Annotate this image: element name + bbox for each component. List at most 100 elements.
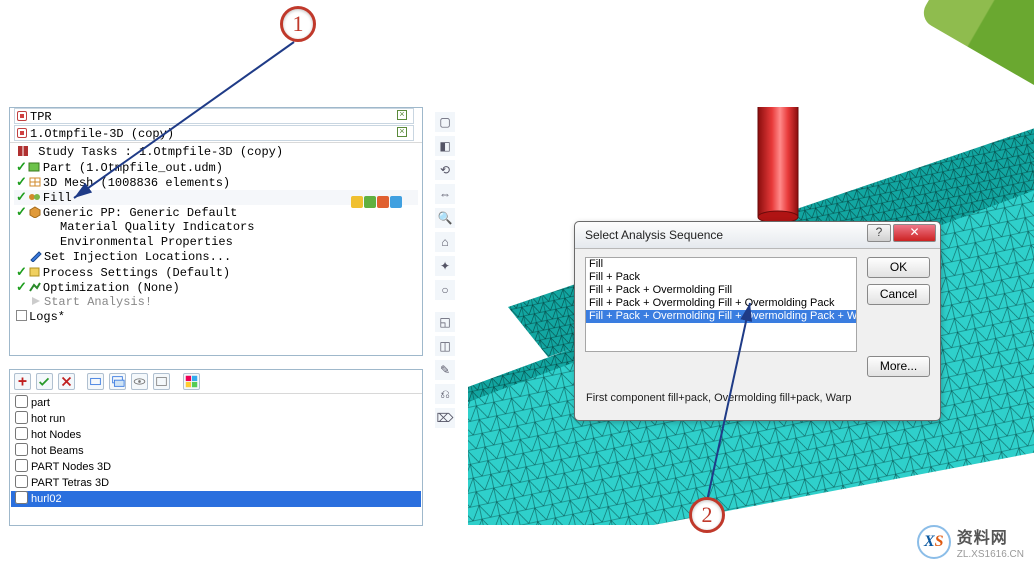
tree-label: Process Settings (Default) [43,266,230,280]
tree-label: 3D Mesh (1008836 elements) [43,176,230,190]
layer-row[interactable]: hot run [11,411,421,427]
tool-button[interactable]: ✎ [435,360,455,380]
tab-tpr[interactable]: TPR × [14,108,414,124]
study-title-row[interactable]: Study Tasks : 1.Otmpfile-3D (copy) [14,145,418,160]
toolbar-button[interactable] [183,373,200,390]
tree-row[interactable]: Logs* [14,310,418,325]
toolbar-button[interactable] [58,373,75,390]
check-icon: ✓ [16,175,27,190]
close-button[interactable]: ✕ [893,224,936,242]
tool-button[interactable]: ⎌ [435,384,455,404]
toolbar-button[interactable] [109,373,126,390]
checkbox[interactable] [15,427,28,440]
eye-icon [132,374,147,389]
clear-icon [154,374,169,389]
run-icon [29,295,43,307]
tab-label: 1.Otmpfile-3D (copy) [30,127,174,141]
layer-label: hurl02 [31,493,62,505]
checkbox[interactable] [15,443,28,456]
material-icons [350,196,402,211]
layer-label: part [31,397,50,409]
tree-row[interactable]: ✓Part (1.Otmpfile_out.udm) [14,160,418,175]
check-icon [37,374,52,389]
tree-row[interactable]: Environmental Properties [14,235,418,250]
list-item[interactable]: Fill + Pack + Overmolding Fill [586,284,856,297]
tool-button[interactable]: ⇔ [435,184,455,204]
toolbar-button[interactable] [14,373,31,390]
toolbar-button[interactable] [36,373,53,390]
close-icon[interactable]: × [397,127,407,137]
annotation-label: 2 [702,502,713,527]
tree-label: Optimization (None) [43,281,180,295]
tool-button[interactable]: ✦ [435,256,455,276]
layer-row[interactable]: hot Beams [11,443,421,459]
layer-label: PART Nodes 3D [31,461,111,473]
tool-button[interactable]: ◧ [435,136,455,156]
layer-label: hot run [31,413,65,425]
tree-row[interactable]: Set Injection Locations... [14,250,418,265]
list-item[interactable]: Fill [586,258,856,271]
optimize-icon [28,281,42,293]
tree-label: Part (1.Otmpfile_out.udm) [43,161,223,175]
tool-button[interactable]: ○ [435,280,455,300]
study-tree: Study Tasks : 1.Otmpfile-3D (copy) ✓Part… [10,143,422,327]
checkbox[interactable] [15,395,28,408]
ok-button[interactable]: OK [867,257,930,278]
layer-row[interactable]: part [11,395,421,411]
tree-row[interactable]: Start Analysis! [14,295,418,310]
toolbar-button[interactable] [131,373,148,390]
tool-button[interactable]: ⌂ [435,232,455,252]
tree-label: Logs* [29,310,65,324]
list-item[interactable]: Fill + Pack [586,271,856,284]
toolbar-button[interactable] [87,373,104,390]
tool-button[interactable]: ◱ [435,312,455,332]
tree-row[interactable]: ✓ Optimization (None) [14,280,418,295]
tree-row[interactable]: ✓ 3D Mesh (1008836 elements) [14,175,418,190]
annotation-2: 2 [689,497,725,533]
sequence-listbox[interactable]: Fill Fill + Pack Fill + Pack + Overmoldi… [585,257,857,352]
layer-row[interactable]: PART Nodes 3D [11,459,421,475]
layer-label: hot Nodes [31,429,81,441]
check-icon: ✓ [16,205,27,220]
tool-button[interactable]: ⟲ [435,160,455,180]
cancel-button[interactable]: Cancel [867,284,930,305]
checkbox[interactable] [15,411,28,424]
watermark: XS 资料网 ZL.XS1616.CN [917,524,1024,560]
dialog-titlebar[interactable]: Select Analysis Sequence ? ✕ [575,222,940,249]
check-icon: ✓ [16,280,27,295]
tree-label: Environmental Properties [60,235,233,249]
help-button[interactable]: ? [867,224,891,242]
toolbar-button[interactable] [153,373,170,390]
tree-label: Fill [43,191,72,205]
list-label: Fill [589,258,603,270]
part-icon [28,161,42,173]
tool-button[interactable]: 🔍 [435,208,455,228]
checkbox[interactable] [15,475,28,488]
list-item[interactable]: Fill + Pack + Overmolding Fill + Overmol… [586,297,856,310]
more-button[interactable]: More... [867,356,930,377]
layer-row[interactable]: hurl02 [11,491,421,507]
checkbox[interactable] [16,310,27,321]
fill-icon [28,191,42,203]
analysis-sequence-dialog: Select Analysis Sequence ? ✕ Fill Fill +… [574,221,941,421]
annotation-label: 1 [293,11,304,36]
list-item[interactable]: Fill + Pack + Overmolding Fill + Overmol… [586,310,856,323]
layer-row[interactable]: PART Tetras 3D [11,475,421,491]
tool-button[interactable]: ▢ [435,112,455,132]
tree-label: Generic PP: Generic Default [43,206,237,220]
layer-row[interactable]: hot Nodes [11,427,421,443]
tab-otmpfile[interactable]: 1.Otmpfile-3D (copy) × [14,125,414,141]
layers-list: part hot run hot Nodes hot Beams PART No… [10,394,422,508]
left-panels: TPR × 1.Otmpfile-3D (copy) × Study Tasks :… [9,107,426,525]
tree-row[interactable]: ✓Process Settings (Default) [14,265,418,280]
check-icon: ✓ [16,190,27,205]
tool-button[interactable]: ◫ [435,336,455,356]
close-icon[interactable]: × [397,110,407,120]
checkbox[interactable] [15,459,28,472]
book-icon [16,145,30,157]
tab-label: TPR [30,110,52,124]
material-icon [28,206,42,218]
tool-button[interactable]: ⌦ [435,408,455,428]
checkbox[interactable] [15,491,28,504]
tree-row[interactable]: Material Quality Indicators [14,220,418,235]
